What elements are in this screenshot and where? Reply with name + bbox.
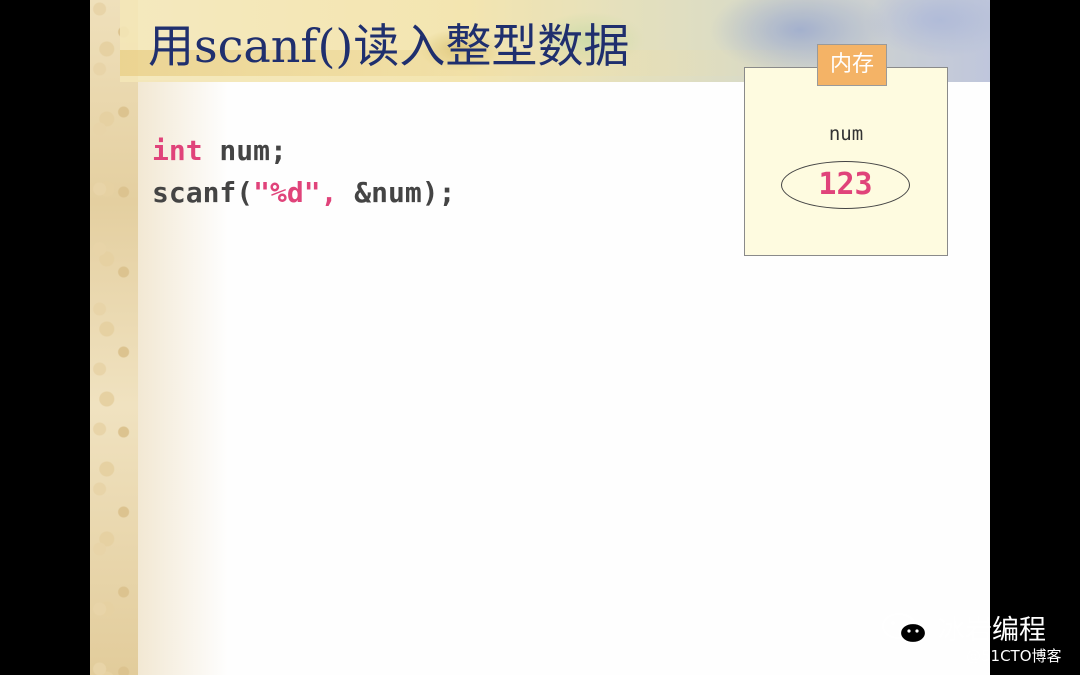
code-line-1-rest: num; bbox=[202, 134, 287, 167]
slide: 用scanf()读入整型数据 int num; scanf("%d", &num… bbox=[90, 0, 990, 675]
parchment-border bbox=[90, 0, 138, 675]
code-line-1: int num; bbox=[152, 130, 455, 172]
code-line-2-suffix: &num); bbox=[337, 176, 456, 209]
memory-box: num 123 bbox=[744, 67, 948, 256]
slide-title: 用scanf()读入整型数据 bbox=[148, 19, 630, 73]
watermark: 冰岩编程 bbox=[880, 608, 1070, 648]
memory-variable-name: num bbox=[828, 123, 864, 145]
watermark-brand: 冰岩编程 bbox=[938, 615, 1046, 646]
watermark-site: @51CTO博客 bbox=[966, 647, 1062, 665]
code-keyword-int: int bbox=[152, 134, 203, 167]
code-block: int num; scanf("%d", &num); bbox=[152, 130, 455, 214]
code-format-string: "%d", bbox=[253, 176, 338, 209]
code-line-2-prefix: scanf( bbox=[152, 176, 254, 209]
memory-variable-value: 123 bbox=[818, 167, 873, 202]
code-line-2: scanf("%d", &num); bbox=[152, 172, 455, 214]
memory-label: 内存 bbox=[817, 44, 887, 86]
wechat-icon bbox=[881, 612, 928, 645]
memory-cell: 123 bbox=[781, 161, 910, 209]
